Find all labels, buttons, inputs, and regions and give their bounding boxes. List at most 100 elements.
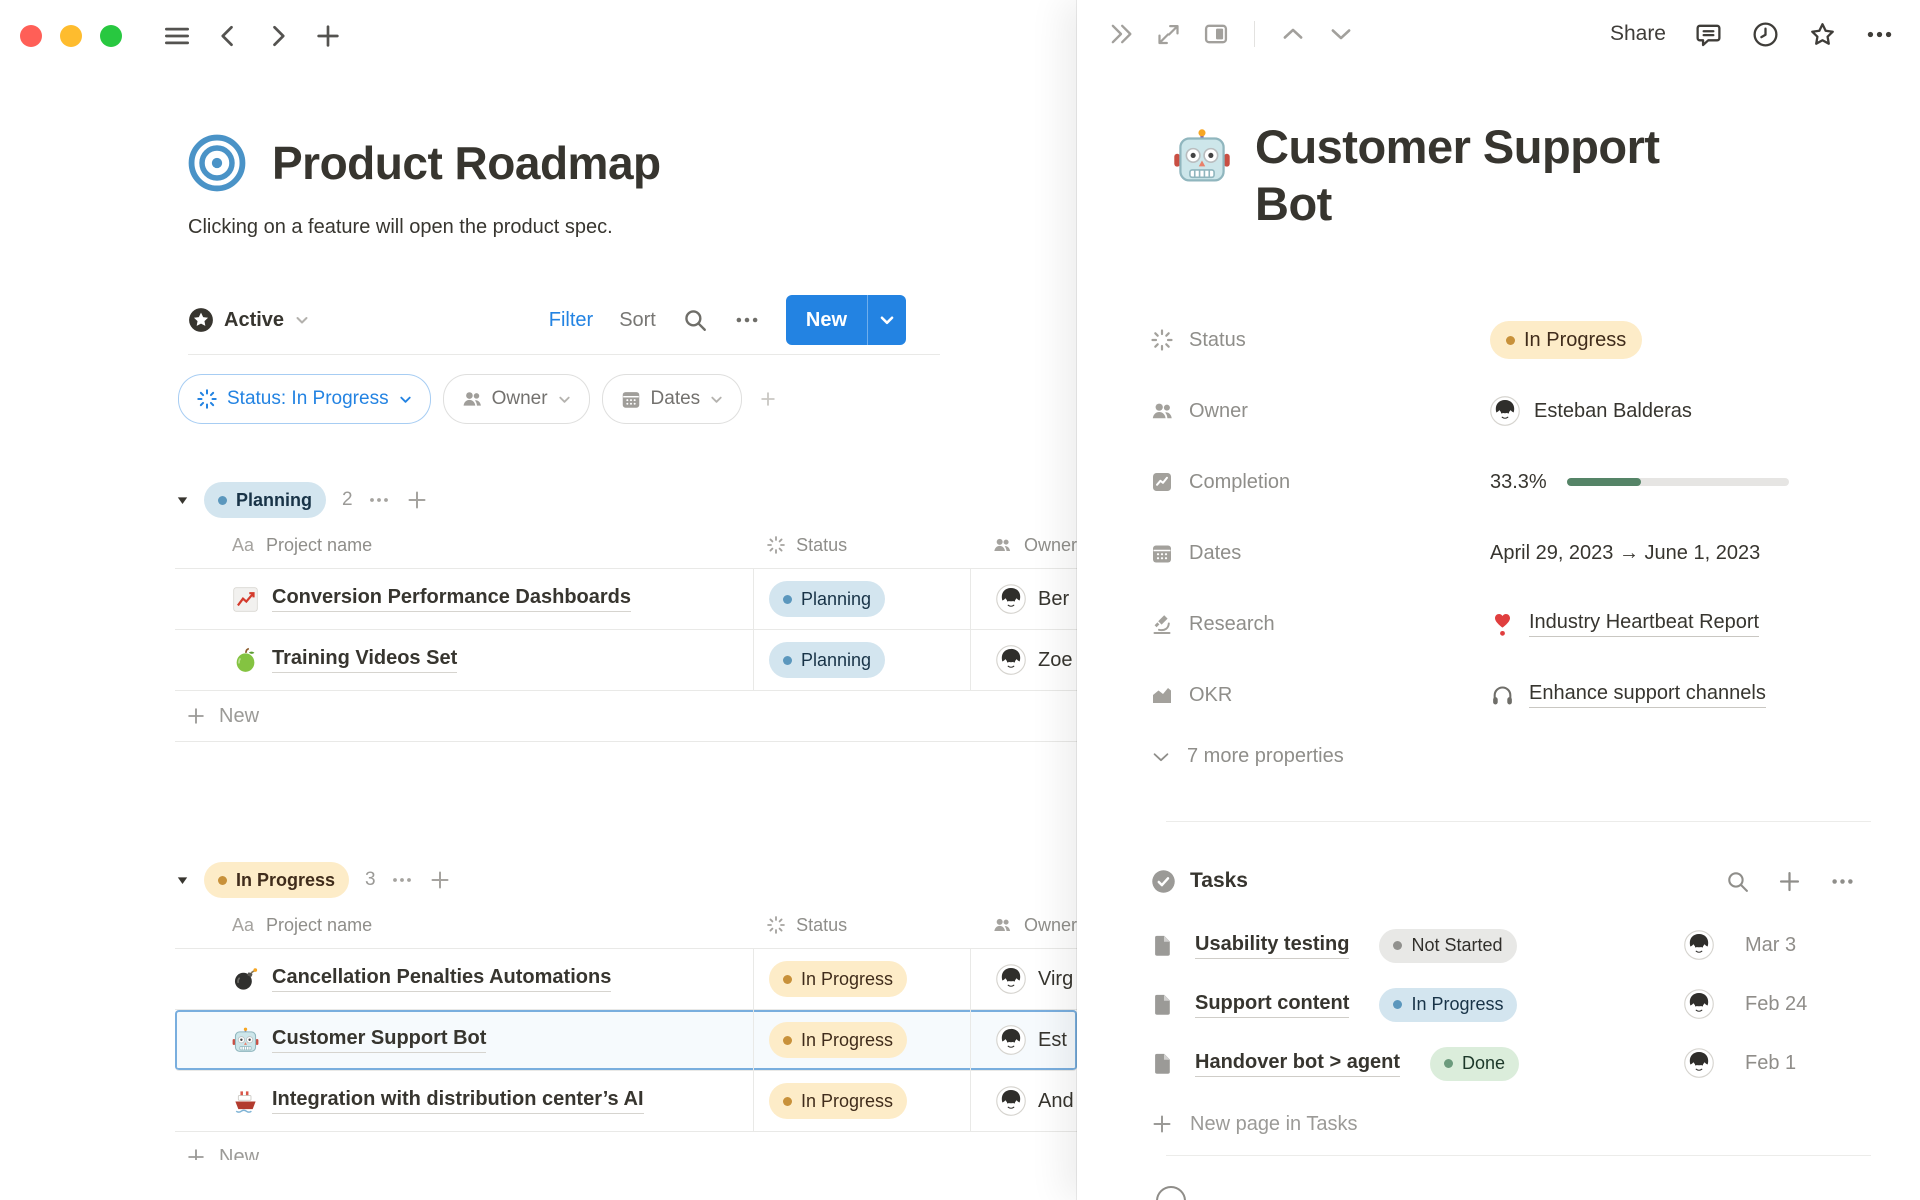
- comments-icon[interactable]: [1694, 20, 1723, 49]
- chevron-down-icon: [398, 392, 413, 407]
- table-row[interactable]: Cancellation Penalties Automations In Pr…: [175, 949, 1077, 1010]
- group-more-icon[interactable]: [390, 868, 414, 892]
- group-add-icon[interactable]: [428, 868, 452, 892]
- new-tab-icon[interactable]: [314, 22, 342, 50]
- name-column-header[interactable]: Project name: [266, 915, 372, 936]
- new-row-button[interactable]: New: [175, 1132, 1077, 1160]
- property-research-label[interactable]: Research: [1150, 612, 1490, 636]
- project-page-link[interactable]: Integration with distribution center’s A…: [272, 1088, 644, 1114]
- status-column-header[interactable]: Status: [796, 535, 847, 556]
- favorite-star-icon[interactable]: [1808, 20, 1837, 49]
- owner-column-header[interactable]: Owner: [1024, 535, 1077, 556]
- status-pill[interactable]: In Progress: [769, 1083, 907, 1119]
- robot-page-icon[interactable]: [1173, 128, 1231, 186]
- next-section-partial-icon: [1156, 1186, 1186, 1200]
- table-row-selected[interactable]: Customer Support Bot In Progress Est: [175, 1010, 1077, 1071]
- search-icon[interactable]: [682, 307, 708, 333]
- task-page-link[interactable]: Support content: [1195, 992, 1349, 1018]
- new-button-caret-icon[interactable]: [868, 311, 906, 329]
- window-minimize-button[interactable]: [60, 25, 82, 47]
- owner-value[interactable]: Esteban Balderas: [1490, 396, 1692, 426]
- table-row[interactable]: Training Videos Set Planning Zoe: [175, 630, 1077, 691]
- property-status: Status In Progress: [1150, 318, 1895, 362]
- project-page-link[interactable]: Training Videos Set: [272, 647, 457, 673]
- research-page-link[interactable]: Industry Heartbeat Report: [1529, 611, 1759, 637]
- status-pill[interactable]: In Progress: [769, 961, 907, 997]
- filter-chip-status[interactable]: Status: In Progress: [178, 374, 431, 424]
- owner-name: Esteban Balderas: [1534, 400, 1692, 423]
- status-pill[interactable]: In Progress: [769, 1022, 907, 1058]
- new-button[interactable]: New: [786, 295, 906, 345]
- table-row[interactable]: Conversion Performance Dashboards Planni…: [175, 569, 1077, 630]
- filter-chip-owner[interactable]: Owner: [443, 374, 590, 424]
- collapse-group-icon[interactable]: [175, 493, 190, 508]
- window-zoom-button[interactable]: [100, 25, 122, 47]
- task-row[interactable]: Handover bot > agent Done Feb 1: [1150, 1034, 1880, 1093]
- project-page-link[interactable]: Conversion Performance Dashboards: [272, 586, 631, 612]
- close-peek-icon[interactable]: [1107, 20, 1135, 48]
- owner-column-header[interactable]: Owner: [1024, 915, 1077, 936]
- task-row[interactable]: Support content In Progress Feb 24: [1150, 975, 1880, 1034]
- text-type-icon: Aa: [232, 535, 254, 556]
- group-planning: Planning 2 Aa Project name: [175, 478, 1077, 742]
- forward-icon[interactable]: [264, 22, 292, 50]
- task-page-link[interactable]: Handover bot > agent: [1195, 1051, 1400, 1077]
- task-status-pill[interactable]: Done: [1430, 1047, 1519, 1081]
- more-properties-button[interactable]: 7 more properties: [1150, 745, 1344, 768]
- group-add-icon[interactable]: [405, 488, 429, 512]
- more-options-icon[interactable]: [1829, 868, 1856, 895]
- property-completion-label[interactable]: Completion: [1150, 470, 1490, 494]
- more-options-icon[interactable]: [734, 307, 760, 333]
- calendar-icon: [1150, 541, 1174, 565]
- previous-page-icon[interactable]: [1279, 20, 1307, 48]
- search-icon[interactable]: [1725, 869, 1750, 894]
- property-okr: OKR Enhance support channels: [1150, 673, 1895, 717]
- target-page-icon[interactable]: [188, 134, 246, 192]
- dates-value[interactable]: April 29, 2023 → June 1, 2023: [1490, 542, 1760, 565]
- owner-name: And: [1038, 1090, 1074, 1113]
- add-task-icon[interactable]: [1776, 868, 1803, 895]
- property-status-label[interactable]: Status: [1150, 328, 1490, 352]
- project-page-link[interactable]: Cancellation Penalties Automations: [272, 966, 611, 992]
- project-page-link[interactable]: Customer Support Bot: [272, 1027, 486, 1053]
- expand-page-icon[interactable]: [1155, 21, 1182, 48]
- task-status-pill[interactable]: Not Started: [1379, 929, 1516, 963]
- add-filter-icon[interactable]: [758, 389, 778, 409]
- group-more-icon[interactable]: [367, 488, 391, 512]
- status-pill[interactable]: In Progress: [1490, 321, 1642, 359]
- new-row-button[interactable]: New: [175, 691, 1077, 742]
- back-icon[interactable]: [214, 22, 242, 50]
- property-owner-label[interactable]: Owner: [1150, 399, 1490, 423]
- okr-page-link[interactable]: Enhance support channels: [1529, 682, 1766, 708]
- filter-chip-dates[interactable]: Dates: [602, 374, 743, 424]
- sidebar-menu-icon[interactable]: [162, 21, 192, 51]
- more-options-icon[interactable]: [1865, 20, 1894, 49]
- group-planning-pill[interactable]: Planning: [204, 482, 326, 518]
- collapse-group-icon[interactable]: [175, 873, 190, 888]
- window-close-button[interactable]: [20, 25, 42, 47]
- task-row[interactable]: Usability testing Not Started Mar 3: [1150, 916, 1880, 975]
- side-peek-mode-icon[interactable]: [1202, 20, 1230, 48]
- task-page-link[interactable]: Usability testing: [1195, 933, 1349, 959]
- task-status-pill[interactable]: In Progress: [1379, 988, 1517, 1022]
- property-okr-label[interactable]: OKR: [1150, 683, 1490, 707]
- name-column-header[interactable]: Project name: [266, 535, 372, 556]
- new-task-button[interactable]: New page in Tasks: [1150, 1102, 1358, 1146]
- tasks-section-title[interactable]: Tasks: [1190, 869, 1248, 893]
- sort-button[interactable]: Sort: [619, 309, 656, 332]
- status-pill[interactable]: Planning: [769, 642, 885, 678]
- status-burst-icon: [766, 915, 786, 935]
- status-column-header[interactable]: Status: [796, 915, 847, 936]
- next-page-icon[interactable]: [1327, 20, 1355, 48]
- group-in-progress-pill[interactable]: In Progress: [204, 862, 349, 898]
- chart-increasing-icon: [232, 586, 259, 613]
- status-pill[interactable]: Planning: [769, 581, 885, 617]
- table-row[interactable]: Integration with distribution center’s A…: [175, 1071, 1077, 1132]
- share-button[interactable]: Share: [1610, 22, 1666, 46]
- property-dates-label[interactable]: Dates: [1150, 541, 1490, 565]
- tasks-section-header: Tasks: [1150, 861, 1856, 901]
- status-dot: [783, 1097, 792, 1106]
- history-clock-icon[interactable]: [1751, 20, 1780, 49]
- filter-button[interactable]: Filter: [549, 309, 593, 332]
- view-switcher[interactable]: Active: [188, 307, 310, 333]
